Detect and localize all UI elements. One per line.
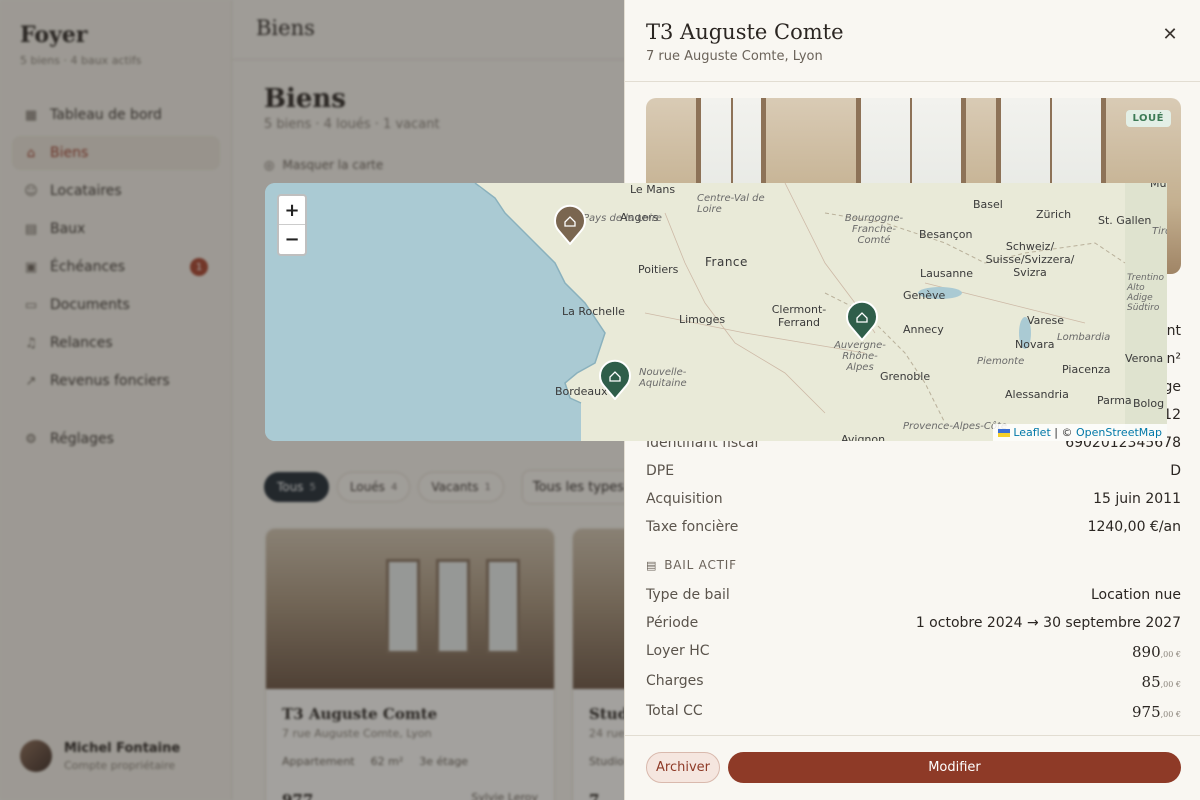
detail-value: 1240,00 €/an	[1087, 519, 1181, 535]
map-pin-vacant[interactable]	[554, 203, 586, 245]
map-zoom-control: + −	[277, 194, 307, 256]
map-label: Le Mans	[630, 183, 676, 196]
map-pin-loue[interactable]	[599, 358, 631, 400]
map-tiles	[265, 183, 1167, 441]
amount-int: 975	[1132, 703, 1161, 721]
amount-value: 890,00 €	[1132, 643, 1181, 661]
amount-value: 85,00 €	[1142, 673, 1181, 691]
osm-link[interactable]: OpenStreetMap	[1076, 426, 1162, 439]
map-attribution: Leaflet | © OpenStreetMap	[993, 424, 1167, 441]
detail-value: D	[1170, 463, 1181, 479]
detail-key: Charges	[646, 673, 704, 689]
map-label: France	[705, 255, 748, 269]
map-label: Basel	[973, 198, 1003, 211]
map-label: Parma	[1097, 394, 1132, 407]
map-label: Limoges	[679, 313, 726, 326]
detail-value: n²	[1166, 351, 1182, 367]
detail-key: Loyer HC	[646, 643, 710, 659]
map-label: Schweiz/ Suisse/Svizzera/ Svizra	[985, 240, 1075, 279]
amount-dec: ,00 €	[1160, 710, 1181, 719]
divider	[625, 81, 1200, 82]
lease-row-charges: Charges 85,00 €	[646, 673, 1181, 691]
document-icon: ▤	[646, 558, 658, 572]
detail-key: Total CC	[646, 703, 703, 719]
ukraine-flag-icon	[998, 429, 1011, 437]
detail-value: 1 octobre 2024 → 30 septembre 2027	[915, 615, 1181, 631]
map-label: Genève	[903, 289, 946, 302]
zoom-in-button[interactable]: +	[279, 196, 305, 225]
drawer-title: T3 Auguste Comte	[646, 20, 844, 44]
map-label: Poitiers	[638, 263, 679, 276]
map-label: Piemonte	[977, 356, 1025, 367]
archive-button[interactable]: Archiver	[646, 752, 720, 783]
detail-key: Type de bail	[646, 587, 730, 603]
lease-row-period: Période 1 octobre 2024 → 30 septembre 202…	[646, 615, 1181, 631]
map-label: Avignon	[841, 433, 886, 441]
lease-row-total: Total CC 975,00 €	[646, 703, 1181, 721]
amount-value: 975,00 €	[1132, 703, 1181, 721]
map-label: Tirol	[1152, 226, 1167, 237]
leaflet-link[interactable]: Leaflet	[1013, 426, 1050, 439]
map-label: Besançon	[919, 228, 973, 241]
detail-value: Location nue	[1090, 587, 1181, 603]
map-label: Alessandria	[1005, 388, 1069, 401]
footer-divider	[625, 735, 1200, 736]
property-map[interactable]: + − Le Mans Angers Centre-Val de Loire F…	[265, 183, 1167, 441]
attribution-separator: | ©	[1050, 426, 1076, 439]
map-label: Bolog	[1133, 397, 1165, 410]
detail-key: Période	[646, 615, 699, 631]
amount-int: 890	[1132, 643, 1161, 661]
map-label: Trentino Alto Adige Südtiro	[1127, 273, 1164, 313]
status-badge: LOUÉ	[1125, 110, 1171, 127]
map-label: Verona	[1125, 352, 1164, 365]
map-label: Provence-Alpes-Côte	[903, 421, 1008, 432]
close-icon[interactable]: ✕	[1161, 24, 1179, 45]
detail-key: Taxe foncière	[646, 519, 739, 535]
map-label: Grenoble	[880, 370, 931, 383]
amount-dec: ,00 €	[1160, 650, 1181, 659]
drawer-address: 7 rue Auguste Comte, Lyon	[646, 49, 823, 64]
map-label: Varese	[1027, 314, 1064, 327]
lease-row-loyer: Loyer HC 890,00 €	[646, 643, 1181, 661]
detail-row-acquisition: Acquisition 15 juin 2011	[646, 491, 1181, 507]
amount-int: 85	[1141, 673, 1161, 691]
detail-value: nt	[1166, 323, 1181, 339]
map-label: St. Gallen	[1098, 214, 1152, 227]
zoom-out-button[interactable]: −	[279, 225, 305, 254]
map-label: Nouvelle-Aquitaine	[639, 367, 687, 389]
detail-key: DPE	[646, 463, 675, 479]
edit-button[interactable]: Modifier	[728, 752, 1181, 783]
map-label: Piacenza	[1062, 363, 1111, 376]
map-label: Zürich	[1036, 208, 1072, 221]
detail-key: Acquisition	[646, 491, 723, 507]
detail-row-dpe: DPE D	[646, 463, 1181, 479]
detail-row-taxe: Taxe foncière 1240,00 €/an	[646, 519, 1181, 535]
map-label: Lombardia	[1057, 332, 1111, 343]
lease-row-type: Type de bail Location nue	[646, 587, 1181, 603]
map-label: Pays de la Loire	[583, 213, 662, 224]
map-label: Novara	[1015, 338, 1055, 351]
amount-dec: ,00 €	[1160, 680, 1181, 689]
lease-section-heading: ▤ BAIL ACTIF	[646, 558, 737, 572]
map-label: Lausanne	[920, 267, 974, 280]
map-label: Mü	[1150, 183, 1167, 190]
detail-value: 15 juin 2011	[1093, 491, 1181, 507]
map-label: Annecy	[903, 323, 944, 336]
map-label: Clermont-Ferrand	[771, 303, 827, 329]
map-label: Centre-Val de Loire	[697, 193, 765, 215]
map-label: La Rochelle	[562, 305, 625, 318]
section-label: BAIL ACTIF	[664, 558, 737, 572]
map-label: Bourgogne-Franche-Comté	[844, 213, 904, 246]
map-label: Auvergne-Rhône-Alpes	[834, 340, 886, 373]
map-pin-loue[interactable]	[846, 299, 878, 341]
